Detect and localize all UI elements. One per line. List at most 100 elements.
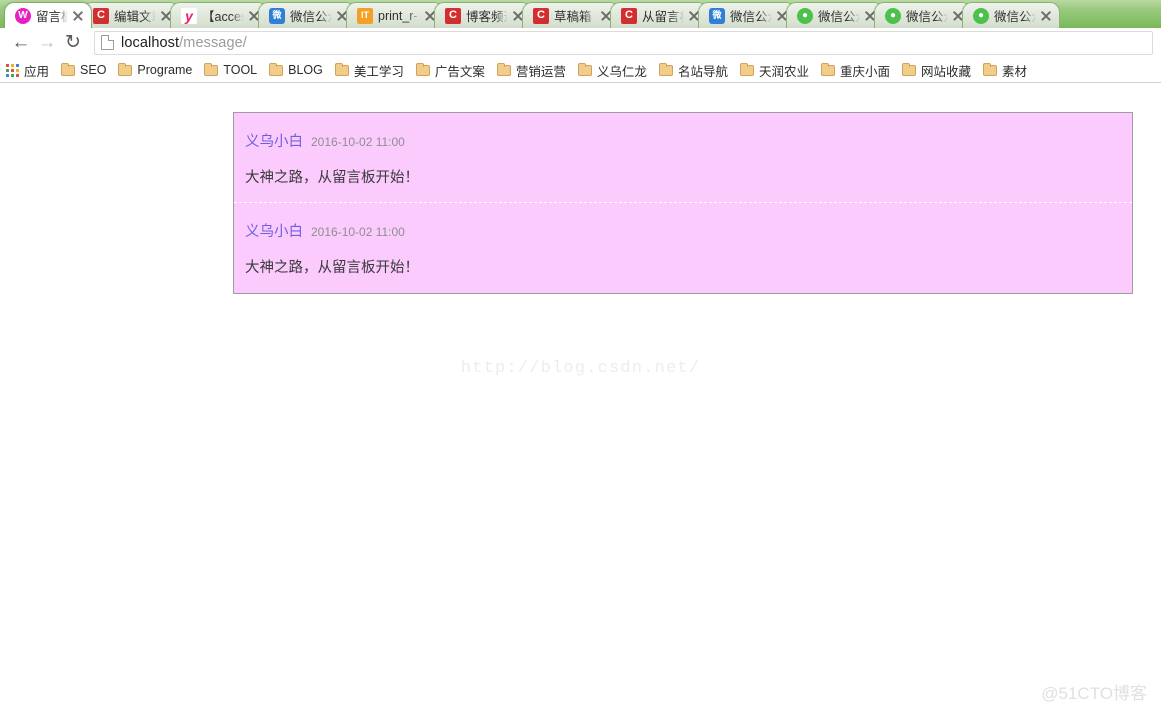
folder-icon [118, 62, 133, 76]
folder-icon [496, 62, 511, 76]
tab-title: 微信公众 [994, 10, 1036, 24]
bookmark-label: 天润农业 [758, 64, 809, 79]
bookmark-apps-label: 应用 [24, 64, 50, 79]
url-path: /message/ [179, 34, 247, 51]
tab-title: 草稿箱 [554, 10, 592, 24]
message-item: 义乌小白 2016-10-02 11:00 大神之路，从留言板开始！ [234, 202, 1132, 292]
csdn-icon: C [533, 7, 549, 24]
bookmark-item[interactable]: 义乌仁龙 [577, 61, 647, 80]
wechat-icon: ● [797, 7, 813, 24]
tab-title: 博客频道 [466, 10, 508, 24]
bookmark-label: 重庆小面 [839, 64, 890, 79]
bookmark-label: 美工学习 [353, 64, 404, 79]
bookmark-item[interactable]: 素材 [983, 61, 1027, 80]
forward-button[interactable]: → [34, 30, 60, 56]
folder-icon [820, 62, 835, 76]
wechat-icon: ● [973, 7, 989, 24]
bookmark-label: 营销运营 [515, 64, 566, 79]
bookmark-label: BLOG [288, 63, 323, 77]
message-header: 义乌小白 2016-10-02 11:00 [245, 220, 1121, 241]
folder-icon [901, 62, 916, 76]
csdn-icon: C [445, 7, 461, 24]
message-body: 大神之路，从留言板开始！ [245, 260, 419, 277]
bookmark-item[interactable]: 营销运营 [496, 61, 566, 80]
folder-icon [577, 62, 592, 76]
bookmark-item[interactable]: BLOG [269, 62, 323, 77]
page-viewport: 义乌小白 2016-10-02 11:00 大神之路，从留言板开始！ 义乌小白 2016… [0, 83, 1161, 712]
tab-title: 留言板 [36, 10, 68, 24]
csdn-icon: C [93, 7, 109, 24]
browser-tab[interactable]: C 编辑文章 [82, 2, 180, 28]
yahoo-icon: y [181, 7, 197, 24]
address-bar[interactable]: localhost/message/ [94, 30, 1153, 55]
browser-tab[interactable]: y 【acces [170, 2, 268, 28]
bookmark-label: TOOL [223, 63, 258, 77]
bookmark-item[interactable]: TOOL [204, 62, 258, 77]
tab-title: 微信公众 [730, 10, 772, 24]
bookmarks-bar: 应用 SEO Programe TOOL BLOG 美工学习 广告文案 营销运营 义乌仁龙 名站… [0, 58, 1161, 83]
bookmark-label: 广告文案 [434, 64, 485, 79]
bookmark-label: 素材 [1002, 64, 1028, 79]
url-text: localhost/message/ [121, 35, 247, 51]
bookmark-item[interactable]: 名站导航 [658, 61, 728, 80]
folder-icon [61, 62, 76, 76]
browser-tab[interactable]: C 博客频道 [434, 2, 532, 28]
folder-icon [334, 62, 349, 76]
bookmark-apps[interactable]: 应用 [6, 61, 49, 80]
browser-tab[interactable]: ● 微信公众 [962, 2, 1060, 28]
message-header: 义乌小白 2016-10-02 11:00 [245, 130, 1121, 151]
tab-title: 【acces [202, 10, 244, 24]
browser-tab[interactable]: 微微信公众 [698, 2, 796, 28]
message-author[interactable]: 义乌小白 [245, 130, 303, 151]
back-button[interactable]: ← [8, 30, 34, 56]
wechat-mp-icon: 微 [269, 7, 285, 24]
tab-close-icon[interactable] [71, 9, 85, 23]
it-icon: IT [357, 7, 373, 24]
bookmark-item[interactable]: 重庆小面 [820, 61, 890, 80]
folder-icon [658, 62, 673, 76]
tab-title: print_r- [378, 8, 418, 23]
message-item: 义乌小白 2016-10-02 11:00 大神之路，从留言板开始！ [234, 113, 1132, 202]
browser-tab[interactable]: C 从留言板 [610, 2, 708, 28]
brand-watermark: @51CTO博客 [1041, 684, 1147, 703]
browser-tab[interactable]: ● 微信公众 [786, 2, 884, 28]
wechat-icon: ● [885, 7, 901, 24]
browser-tab[interactable]: IT print_r- [346, 2, 444, 28]
folder-icon [204, 62, 219, 76]
bookmark-item[interactable]: Programe [118, 62, 193, 77]
message-author[interactable]: 义乌小白 [245, 220, 303, 241]
bookmark-item[interactable]: 天润农业 [739, 61, 809, 80]
bookmark-label: Programe [137, 63, 193, 77]
page-info-icon[interactable] [101, 35, 114, 50]
message-board: 义乌小白 2016-10-02 11:00 大神之路，从留言板开始！ 义乌小白 2016… [233, 112, 1133, 294]
browser-tab[interactable]: C 草稿箱 [522, 2, 620, 28]
folder-icon [983, 62, 997, 76]
bookmark-label: SEO [80, 63, 107, 77]
tab-title: 微信公众 [290, 10, 332, 24]
tab-close-icon[interactable] [1039, 9, 1053, 23]
folder-icon [415, 62, 430, 76]
browser-tab[interactable]: 微微信公众 [258, 2, 356, 28]
folder-icon [739, 62, 754, 76]
browser-window: W留言板C编辑文章y【acces微微信公众ITprint_r-C博客频道C草稿箱… [0, 0, 1161, 713]
message-timestamp: 2016-10-02 11:00 [311, 135, 405, 149]
tab-title: 编辑文章 [114, 10, 156, 24]
wechat-mp-icon: 微 [709, 7, 725, 24]
bookmark-item[interactable]: 美工学习 [334, 61, 404, 80]
tab-strip: W留言板C编辑文章y【acces微微信公众ITprint_r-C博客频道C草稿箱… [0, 0, 1161, 28]
message-body: 大神之路，从留言板开始！ [245, 170, 419, 186]
tab-title: 微信公众 [906, 10, 948, 24]
apps-grid-icon [6, 63, 19, 77]
browser-tab[interactable]: ● 微信公众 [874, 2, 972, 28]
bookmark-item[interactable]: 网站收藏 [901, 61, 971, 80]
reload-button[interactable]: ↻ [60, 30, 86, 56]
csdn-watermark: http://blog.csdn.net/ [460, 359, 701, 378]
bookmark-item[interactable]: 广告文案 [415, 61, 485, 80]
folder-icon [269, 62, 284, 76]
csdn-icon: C [621, 7, 637, 24]
browser-tab[interactable]: W 留言板 [4, 2, 92, 28]
browser-toolbar: ← → ↻ localhost/message/ [0, 28, 1161, 58]
bookmark-item[interactable]: SEO [61, 62, 107, 77]
bookmark-label: 义乌仁龙 [596, 64, 647, 79]
message-timestamp: 2016-10-02 11:00 [311, 225, 405, 240]
